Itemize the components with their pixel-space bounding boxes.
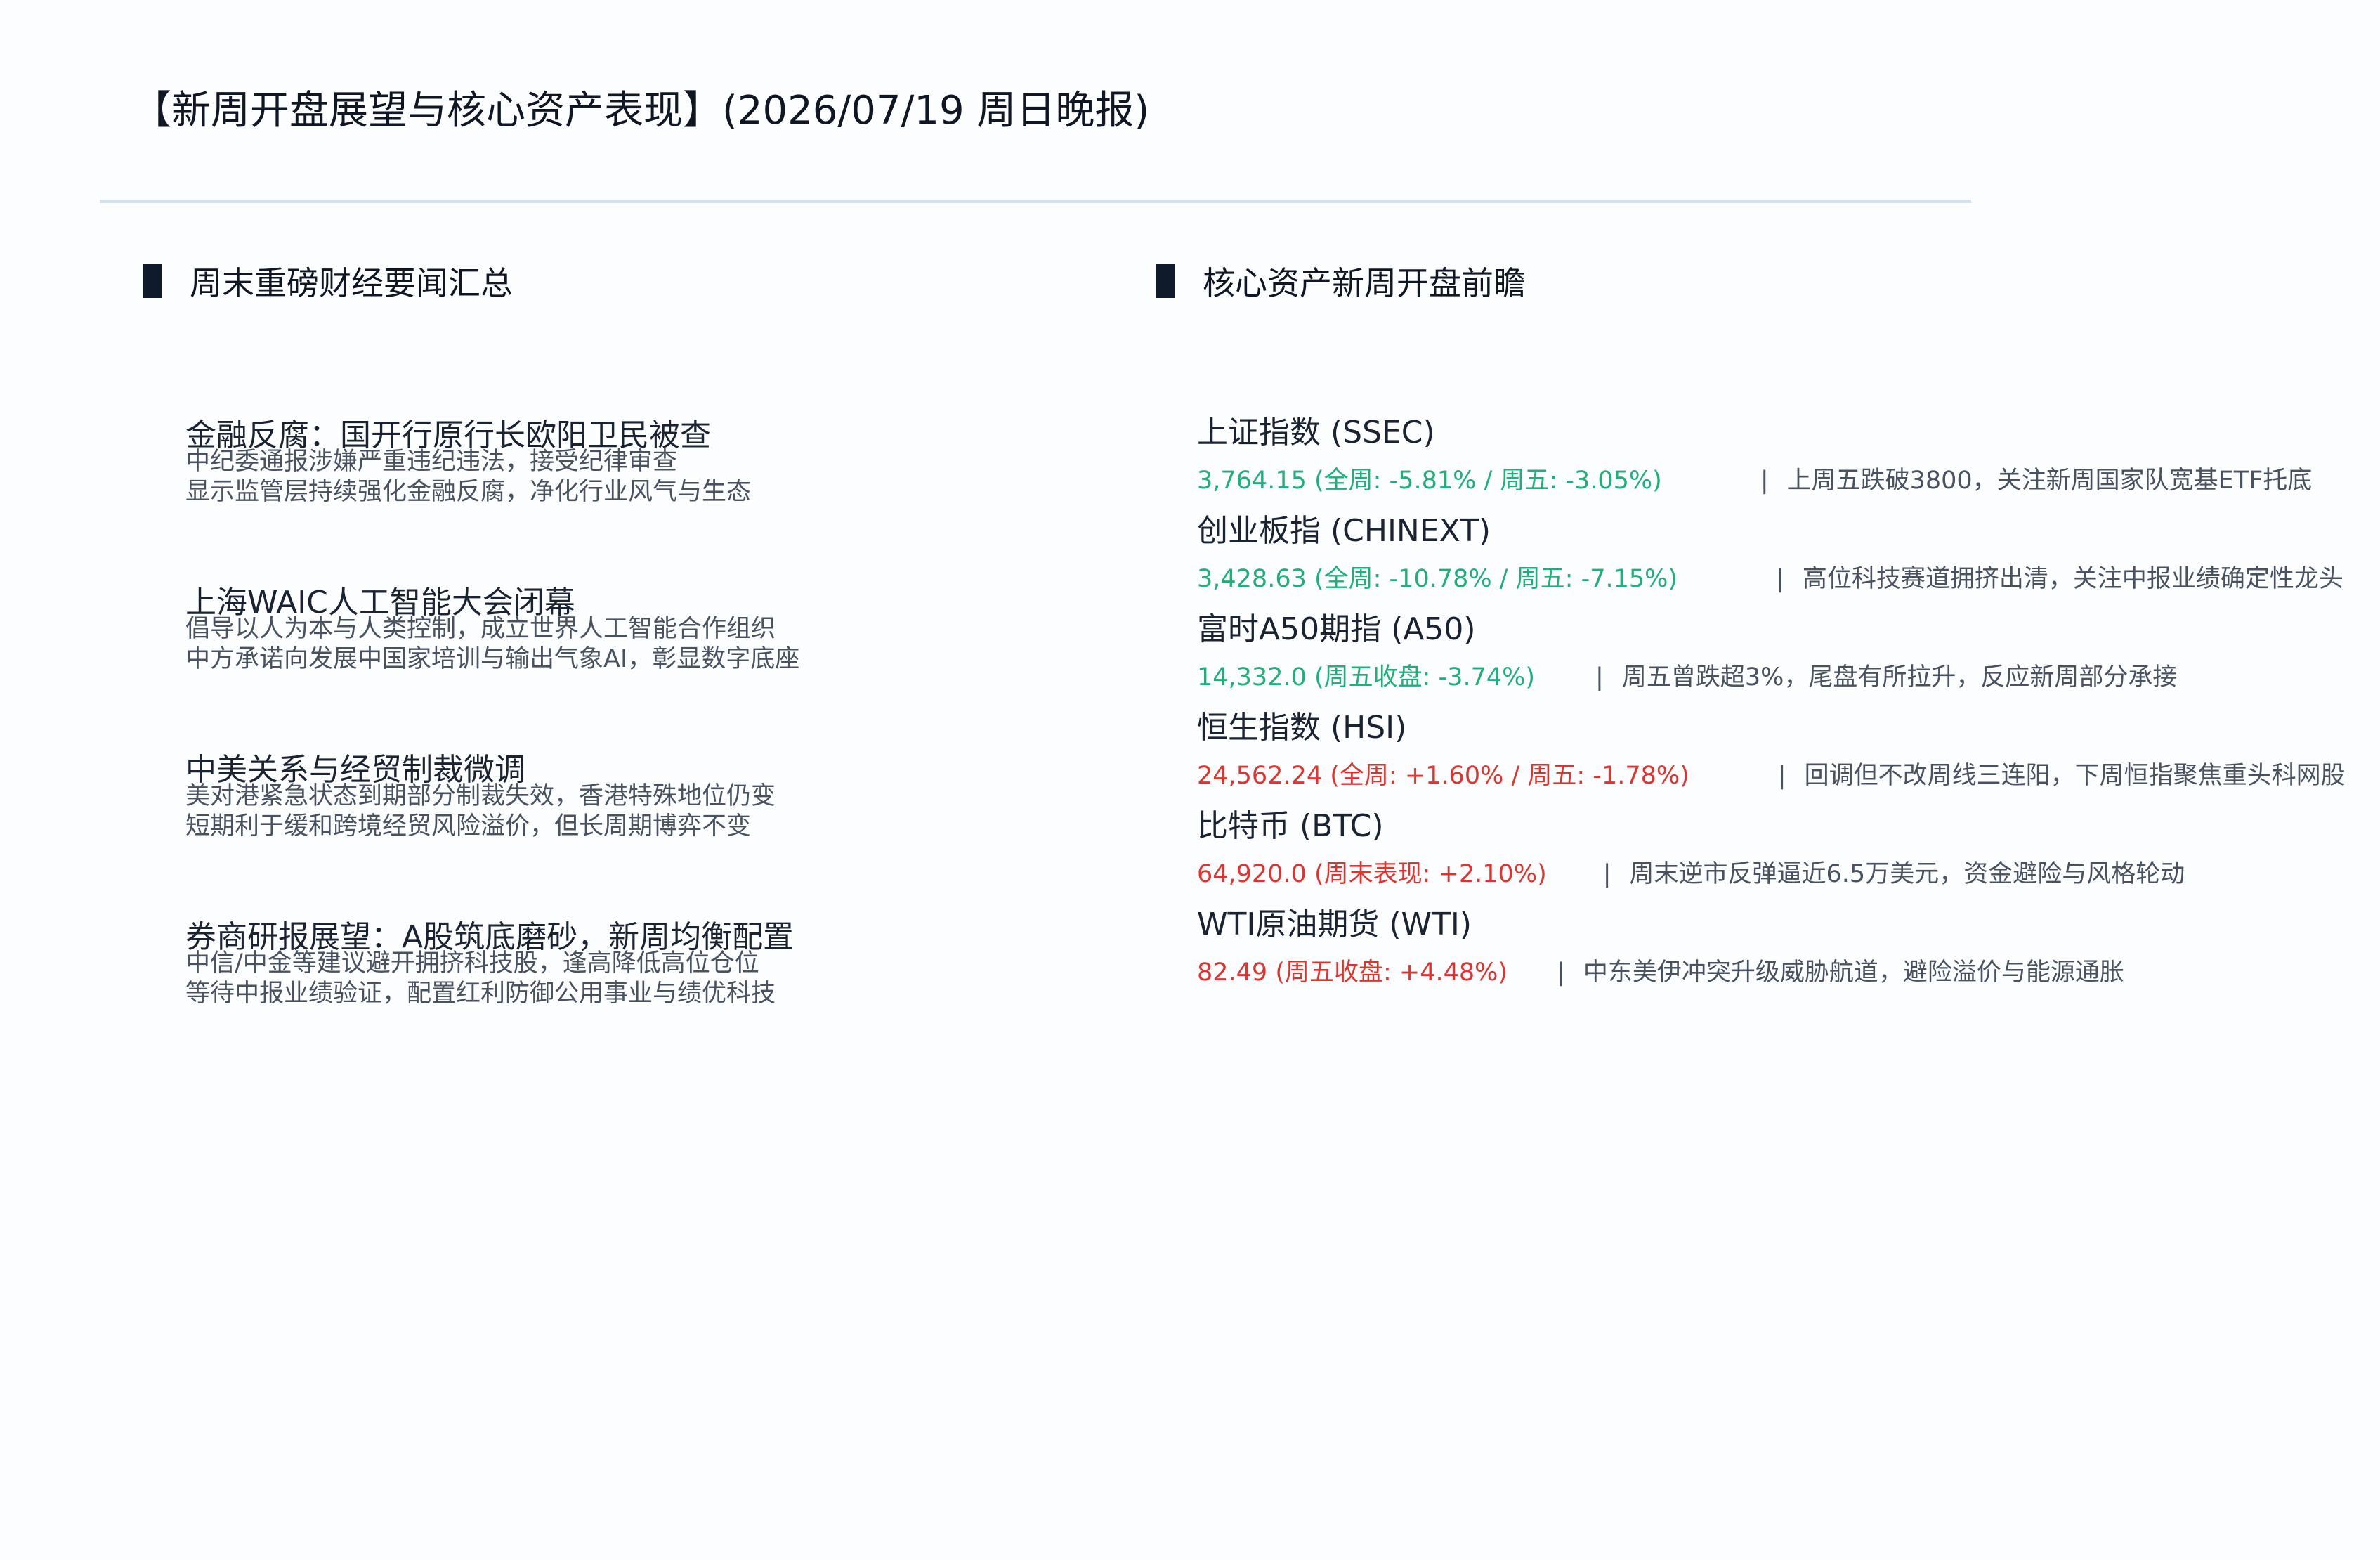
asset-value: 64,920.0 (周末表现: +2.10%) [1197, 860, 1547, 888]
asset-separator: | [1602, 860, 1611, 888]
title-divider [100, 200, 1971, 203]
asset-value: 3,764.15 (全周: -5.81% / 周五: -3.05%) [1197, 467, 1662, 495]
asset-note: 高位科技赛道拥挤出清，关注中报业绩确定性龙头 [1802, 565, 2343, 593]
asset-separator: | [1776, 565, 1784, 593]
asset-name: WTI原油期货 (WTI) [1197, 906, 1472, 942]
asset-separator: | [1557, 958, 1565, 987]
asset-name: 创业板指 (CHINEXT) [1197, 513, 1491, 549]
asset-note: 中东美伊冲突升级威胁航道，避险溢价与能源通胀 [1583, 958, 2124, 987]
asset-note: 回调但不改周线三连阳，下周恒指聚焦重头科网股 [1804, 762, 2346, 790]
asset-note: 周五曾跌超3%，尾盘有所拉升，反应新周部分承接 [1621, 663, 2178, 691]
asset-item-hsi: 恒生指数 (HSI) 24,562.24 (全周: +1.60% / 周五: -… [1197, 708, 2377, 791]
assets-section-header: 核心资产新周开盘前瞻 [1156, 260, 1526, 302]
asset-item-a50: 富时A50期指 (A50) 14,332.0 (周五收盘: -3.74%) | … [1197, 610, 2377, 693]
asset-value: 82.49 (周五收盘: +4.48%) [1197, 958, 1508, 987]
asset-name: 恒生指数 (HSI) [1197, 710, 1407, 746]
page-title: 【新周开盘展望与核心资产表现】(2026/07/19 周日晚报) [132, 88, 1150, 134]
asset-value: 3,428.63 (全周: -10.78% / 周五: -7.15%) [1197, 565, 1678, 593]
news-item-line: 中纪委通报涉嫌严重违纪违法，接受纪律审查 [185, 448, 678, 476]
news-item-line: 中信/中金等建议避开拥挤科技股，逢高降低高位仓位 [185, 949, 759, 977]
asset-name: 比特币 (BTC) [1197, 808, 1384, 844]
news-item: 券商研报展望：A股筑底磨砂，新周均衡配置 中信/中金等建议避开拥挤科技股，逢高降… [185, 922, 1099, 1009]
news-item-line: 短期利于缓和跨境经贸风险溢价，但长周期博弈不变 [185, 812, 752, 840]
news-item-line: 中方承诺向发展中国家培训与输出气象AI，彰显数字底座 [185, 645, 800, 673]
asset-note: 周末逆市反弹逼近6.5万美元，资金避险与风格轮动 [1629, 860, 2185, 888]
asset-value: 14,332.0 (周五收盘: -3.74%) [1197, 663, 1536, 691]
section-marker-bar [1156, 264, 1175, 298]
news-item-line: 等待中报业绩验证，配置红利防御公用事业与绩优科技 [185, 980, 776, 1008]
asset-separator: | [1777, 762, 1786, 790]
asset-item-ssec: 上证指数 (SSEC) 3,764.15 (全周: -5.81% / 周五: -… [1197, 413, 2377, 496]
news-item-line: 显示监管层持续强化金融反腐，净化行业风气与生态 [185, 478, 752, 506]
news-item: 金融反腐：国开行原行长欧阳卫民被查 中纪委通报涉嫌严重违纪违法，接受纪律审查 显… [185, 420, 1099, 507]
asset-separator: | [1595, 663, 1604, 691]
asset-value: 24,562.24 (全周: +1.60% / 周五: -1.78%) [1197, 762, 1689, 790]
news-item: 上海WAIC人工智能大会闭幕 倡导以人为本与人类控制，成立世界人工智能合作组织 … [185, 587, 1099, 675]
asset-name: 上证指数 (SSEC) [1197, 415, 1435, 450]
asset-item-wti: WTI原油期货 (WTI) 82.49 (周五收盘: +4.48%) | 中东美… [1197, 905, 2377, 988]
asset-note: 上周五跌破3800，关注新周国家队宽基ETF托底 [1786, 467, 2313, 495]
news-item-line: 美对港紧急状态到期部分制裁失效，香港特殊地位仍变 [185, 782, 776, 810]
news-section-header: 周末重磅财经要闻汇总 [143, 260, 513, 302]
asset-name: 富时A50期指 (A50) [1197, 611, 1476, 647]
news-section-title: 周末重磅财经要闻汇总 [190, 264, 513, 302]
asset-item-chinext: 创业板指 (CHINEXT) 3,428.63 (全周: -10.78% / 周… [1197, 512, 2377, 594]
news-item-line: 倡导以人为本与人类控制，成立世界人工智能合作组织 [185, 615, 776, 643]
asset-item-btc: 比特币 (BTC) 64,920.0 (周末表现: +2.10%) | 周末逆市… [1197, 807, 2377, 890]
assets-section-title: 核心资产新周开盘前瞻 [1203, 264, 1526, 302]
news-item: 中美关系与经贸制裁微调 美对港紧急状态到期部分制裁失效，香港特殊地位仍变 短期利… [185, 755, 1099, 842]
asset-separator: | [1760, 467, 1769, 495]
section-marker-bar [143, 264, 162, 298]
